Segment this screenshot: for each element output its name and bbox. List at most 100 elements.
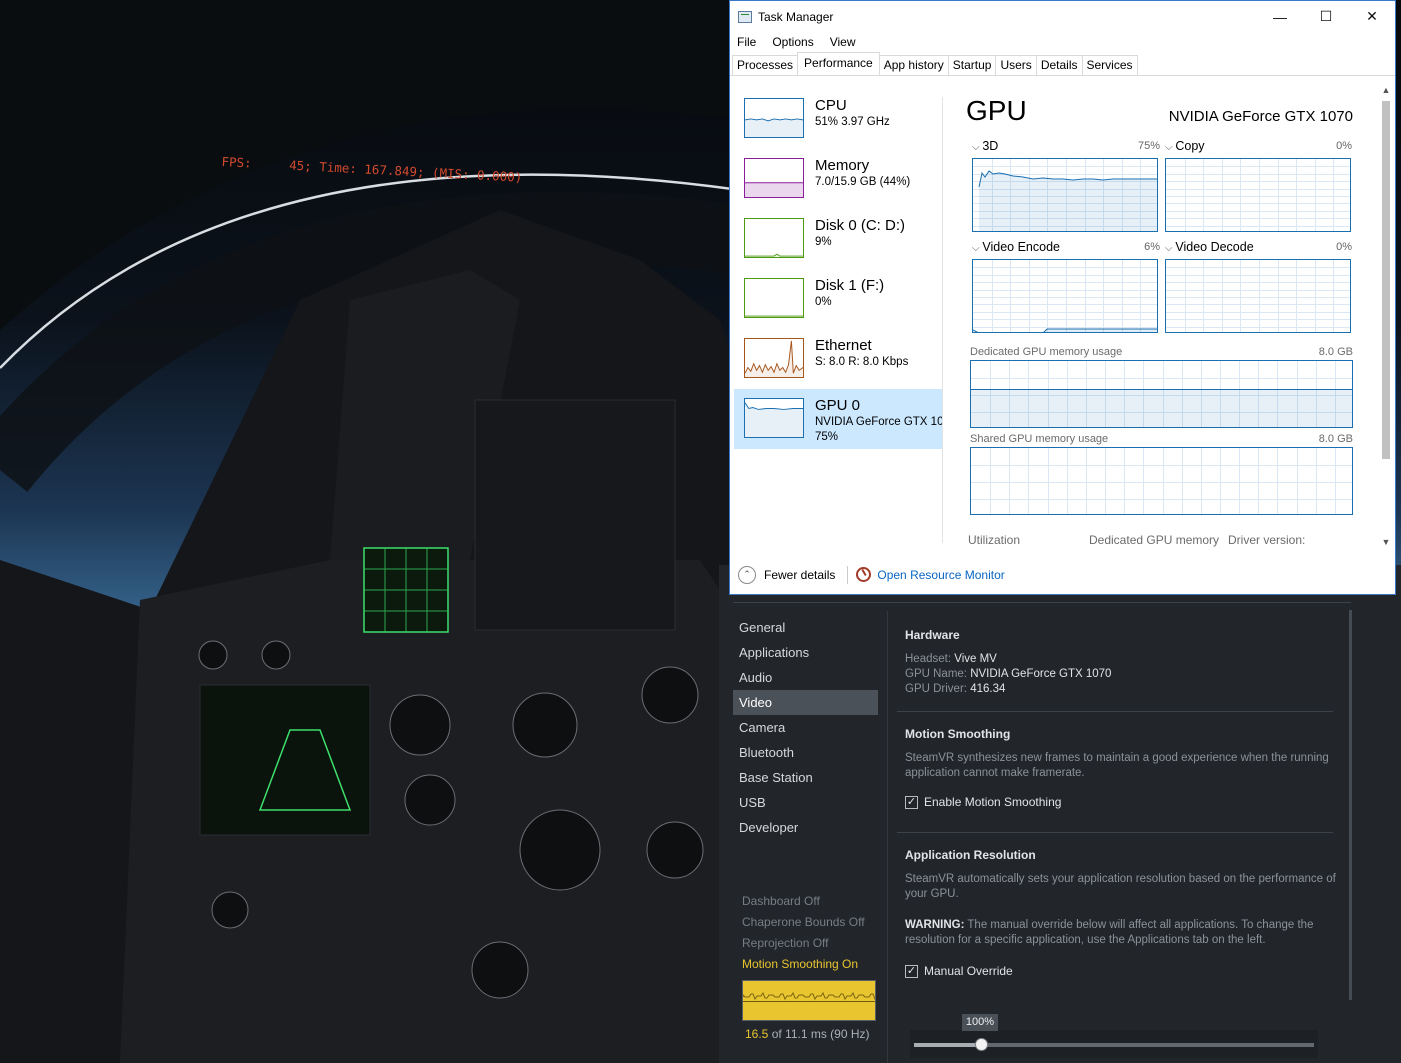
close-button[interactable]: ✕ xyxy=(1349,1,1395,32)
divider xyxy=(733,602,1351,603)
application-resolution-desc: SteamVR automatically sets your applicat… xyxy=(905,873,1336,900)
engine-pct-3d: 75% xyxy=(1137,140,1160,152)
sidebar-item-detail: NVIDIA GeForce GTX 1070 xyxy=(815,416,942,428)
nav-item-general[interactable]: General xyxy=(733,615,878,640)
gpu-driver-row: GPU Driver: 416.34 xyxy=(905,683,1006,695)
thumbnail-graph xyxy=(744,158,804,198)
nav-item-usb[interactable]: USB xyxy=(733,790,878,815)
frame-time-target: of 11.1 ms (90 Hz) xyxy=(768,1027,870,1041)
thumbnail-graph xyxy=(744,278,804,318)
gpu-name-value: NVIDIA GeForce GTX 1070 xyxy=(970,668,1112,680)
sidebar-item-disk-0[interactable]: Disk 0 (C: D:) 9% xyxy=(734,209,942,269)
nav-item-bluetooth[interactable]: Bluetooth xyxy=(733,740,878,765)
sidebar-item-label: Ethernet xyxy=(815,337,872,354)
sidebar-item-percent: 75% xyxy=(815,431,839,443)
scrollbar[interactable]: ▲ ▼ xyxy=(1380,85,1392,547)
resource-sidebar: CPU 51% 3.97 GHz Memory 7.0/15.9 GB (44%) Di… xyxy=(734,89,942,449)
sidebar-item-detail: S: 8.0 R: 8.0 Kbps xyxy=(815,356,909,368)
slider-handle[interactable] xyxy=(975,1038,988,1051)
tab-processes[interactable]: Processes xyxy=(732,55,799,75)
status-list: Dashboard Off Chaperone Bounds Off Reproje… xyxy=(742,891,865,975)
menu-options[interactable]: Options xyxy=(772,35,813,49)
maximize-button[interactable]: ☐ xyxy=(1303,1,1349,32)
task-manager-icon xyxy=(738,10,752,23)
status-chaperone-bounds-off: Chaperone Bounds Off xyxy=(742,915,865,929)
sidebar-item-label: Disk 1 (F:) xyxy=(815,277,885,294)
resolution-slider[interactable]: 100% xyxy=(910,1014,1318,1063)
divider xyxy=(847,565,849,584)
steamvr-settings: General Applications Audio Video Camera Bluet… xyxy=(719,565,1401,1063)
status-dashboard-off: Dashboard Off xyxy=(742,894,820,908)
engine-selector-video-encode[interactable]: Video Encode xyxy=(972,240,1060,254)
status-motion-smoothing-on: Motion Smoothing On xyxy=(742,957,859,971)
sidebar-item-detail: 9% xyxy=(815,236,832,248)
scroll-down-icon[interactable]: ▼ xyxy=(1380,537,1392,547)
thumbnail-graph xyxy=(744,398,804,438)
nav-item-applications[interactable]: Applications xyxy=(733,640,878,665)
tab-bar: Processes Performance App history Startup Us… xyxy=(730,52,1395,76)
graph-video-encode xyxy=(972,259,1158,333)
tab-services[interactable]: Services xyxy=(1081,55,1138,75)
tab-users[interactable]: Users xyxy=(995,55,1037,75)
headset-value: Vive MV xyxy=(954,653,997,665)
motion-smoothing-title: Motion Smoothing xyxy=(905,727,1011,741)
tab-app-history[interactable]: App history xyxy=(878,55,949,75)
sidebar-item-detail: 0% xyxy=(815,296,832,308)
menu-bar: File Options View xyxy=(730,32,1395,52)
slider-value-label: 100% xyxy=(962,1014,998,1031)
task-manager-window: Task Manager — ☐ ✕ File Options View Proce… xyxy=(729,0,1396,595)
scroll-up-icon[interactable]: ▲ xyxy=(1380,85,1392,95)
thumbnail-graph xyxy=(744,98,804,138)
graph-video-decode xyxy=(1165,259,1351,333)
sidebar-item-ethernet[interactable]: Ethernet S: 8.0 R: 8.0 Kbps xyxy=(734,329,942,389)
nav-item-audio[interactable]: Audio xyxy=(733,665,878,690)
sidebar-item-memory[interactable]: Memory 7.0/15.9 GB (44%) xyxy=(734,149,942,209)
engine-selector-video-decode[interactable]: Video Decode xyxy=(1165,240,1253,254)
engine-pct-copy: 0% xyxy=(1336,140,1352,152)
nav-item-camera[interactable]: Camera xyxy=(733,715,878,740)
graph-copy xyxy=(1165,158,1351,232)
engine-pct-video-encode: 6% xyxy=(1144,241,1160,253)
sidebar-item-disk-1[interactable]: Disk 1 (F:) 0% xyxy=(734,269,942,329)
cockpit-panel xyxy=(0,210,740,1063)
engine-selector-3d[interactable]: 3D xyxy=(972,139,998,153)
frame-timing-graph xyxy=(742,980,876,1021)
engine-selector-copy[interactable]: Copy xyxy=(1165,139,1204,153)
nav-item-base-station[interactable]: Base Station xyxy=(733,765,878,790)
menu-file[interactable]: File xyxy=(737,35,756,49)
motion-smoothing-desc: SteamVR synthesizes new frames to mainta… xyxy=(905,752,1329,779)
driver-version-label: Driver version: xyxy=(1228,533,1306,547)
settings-nav: General Applications Audio Video Camera Bluet… xyxy=(733,615,878,840)
dedicated-memory-max: 8.0 GB xyxy=(1318,346,1353,358)
status-reprojection-off: Reprojection Off xyxy=(742,936,829,950)
divider xyxy=(942,97,943,543)
sidebar-item-label: CPU xyxy=(815,97,847,114)
checkbox-icon[interactable]: ✓ xyxy=(905,795,918,809)
nav-item-developer[interactable]: Developer xyxy=(733,815,878,840)
minimize-button[interactable]: — xyxy=(1257,1,1303,32)
tab-startup[interactable]: Startup xyxy=(947,55,997,75)
open-resource-monitor-link[interactable]: Open Resource Monitor xyxy=(877,568,1004,582)
checkbox-icon[interactable]: ✓ xyxy=(905,964,918,978)
gpu-driver-value: 416.34 xyxy=(970,683,1006,695)
thumbnail-graph xyxy=(744,338,804,378)
sidebar-item-gpu[interactable]: GPU 0 NVIDIA GeForce GTX 1070 75% xyxy=(734,389,942,449)
resource-monitor-icon[interactable] xyxy=(856,567,872,582)
enable-motion-smoothing-checkbox[interactable]: ✓ Enable Motion Smoothing xyxy=(905,795,1336,809)
tab-details[interactable]: Details xyxy=(1035,55,1083,75)
thumbnail-graph xyxy=(744,218,804,258)
tab-performance[interactable]: Performance xyxy=(797,52,880,75)
fewer-details-button[interactable]: Fewer details xyxy=(764,568,835,582)
scrollbar-thumb[interactable] xyxy=(1382,101,1390,459)
scrollbar[interactable] xyxy=(1349,610,1352,1000)
engine-pct-video-decode: 0% xyxy=(1336,241,1352,253)
utilization-label: Utilization xyxy=(968,533,1021,547)
window-title: Task Manager xyxy=(758,9,834,24)
chevron-up-icon[interactable]: ⌃ xyxy=(738,565,756,584)
manual-override-checkbox[interactable]: ✓ Manual Override xyxy=(905,964,1336,978)
menu-view[interactable]: View xyxy=(830,35,856,49)
sidebar-item-cpu[interactable]: CPU 51% 3.97 GHz xyxy=(734,89,942,149)
dedicated-memory-label: Dedicated GPU memory usage xyxy=(970,346,1123,358)
nav-item-video[interactable]: Video xyxy=(733,690,878,715)
frame-time-value: 16.5 xyxy=(745,1027,769,1041)
